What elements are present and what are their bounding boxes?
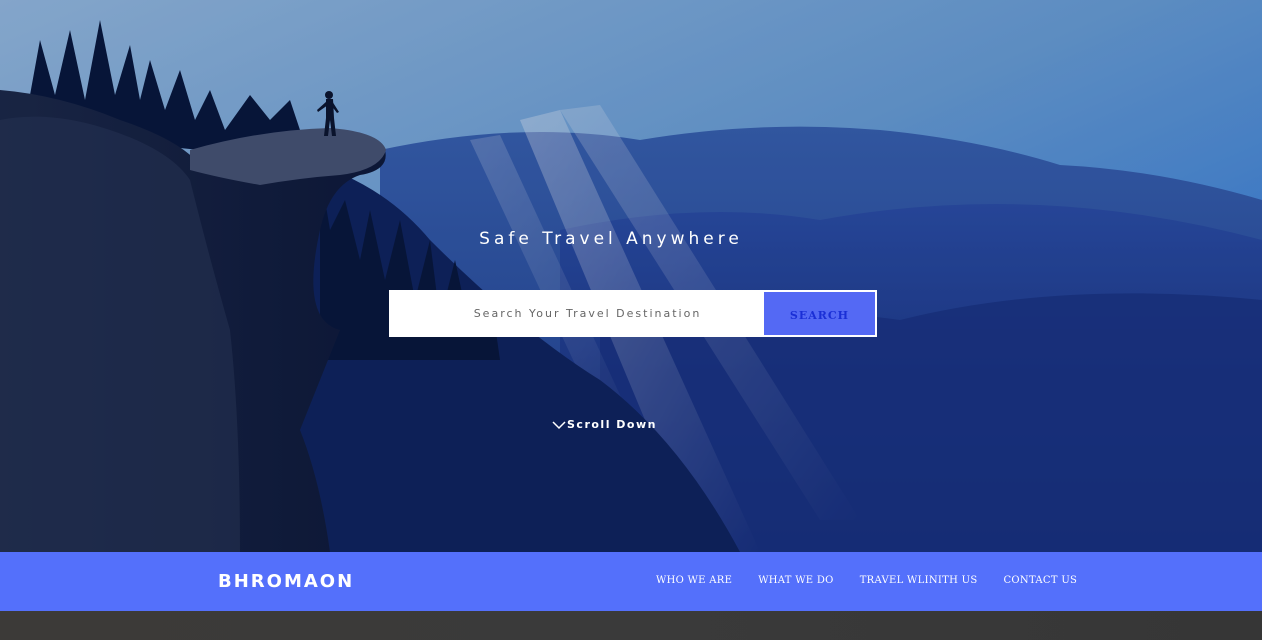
nav-item-who-we-are[interactable]: WHO WE ARE [656, 575, 732, 586]
nav-menu: WHO WE ARE WHAT WE DO TRAVEL WLINITH US … [656, 575, 1077, 586]
chevron-down-icon [552, 421, 566, 430]
hero-background-image [0, 0, 1262, 552]
search-input[interactable] [391, 292, 764, 335]
scroll-down-label: Scroll Down [567, 418, 657, 431]
nav-item-travel-with-us[interactable]: TRAVEL WLINITH US [860, 575, 978, 586]
search-icon [392, 293, 409, 310]
navbar: BHROMAON WHO WE ARE WHAT WE DO TRAVEL WL… [0, 552, 1262, 611]
brand-logo[interactable]: BHROMAON [218, 571, 354, 592]
search-bar: SEARCH [389, 290, 877, 337]
hero-section: Safe Travel Anywhere SEARCH Scroll Down [0, 0, 1262, 552]
scroll-down-link[interactable]: Scroll Down [552, 418, 672, 431]
next-section-preview [0, 611, 1262, 640]
hero-tagline: Safe Travel Anywhere [479, 229, 743, 249]
search-button-label: SEARCH [789, 308, 850, 322]
nav-item-what-we-do[interactable]: WHAT WE DO [758, 575, 834, 586]
search-button[interactable]: SEARCH [392, 292, 875, 335]
nav-item-contact-us[interactable]: CONTACT US [1003, 575, 1077, 586]
